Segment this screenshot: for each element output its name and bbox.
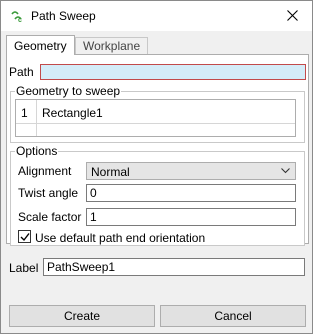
options-title: Options xyxy=(15,144,59,158)
twist-angle-input[interactable] xyxy=(87,185,295,201)
path-selection-field[interactable] xyxy=(40,64,306,80)
sweep-app-icon: c xyxy=(11,11,22,23)
default-path-end-label[interactable]: Use default path end orientation xyxy=(35,231,205,245)
close-icon xyxy=(287,10,298,21)
path-label: Path xyxy=(9,65,34,79)
close-button[interactable] xyxy=(278,4,308,28)
label-field-label: Label xyxy=(9,261,39,275)
label-input[interactable] xyxy=(44,259,304,275)
cancel-button[interactable]: Cancel xyxy=(160,305,306,327)
tab-geometry[interactable]: Geometry xyxy=(6,35,75,55)
alignment-label: Alignment xyxy=(18,164,72,178)
checkmark-icon xyxy=(20,233,30,242)
chevron-down-icon xyxy=(281,168,290,174)
default-path-end-checkbox[interactable] xyxy=(18,230,31,243)
list-item[interactable]: 1 Rectangle1 xyxy=(16,100,295,124)
label-field[interactable] xyxy=(43,258,305,276)
alignment-value: Normal xyxy=(91,165,130,179)
geometry-to-sweep-title: Geometry to sweep xyxy=(15,84,122,98)
geometry-list[interactable]: 1 Rectangle1 xyxy=(15,99,296,137)
list-column-divider xyxy=(36,100,37,136)
path-sweep-dialog: c Path Sweep Geometry Workplane Path Geo… xyxy=(0,0,313,334)
create-button[interactable]: Create xyxy=(9,305,155,327)
scale-factor-label: Scale factor xyxy=(18,210,82,224)
title-bar: c Path Sweep xyxy=(1,1,312,31)
tab-workplane[interactable]: Workplane xyxy=(75,37,148,54)
twist-angle-field[interactable] xyxy=(86,184,296,202)
svg-text:c: c xyxy=(18,17,22,23)
window-title: Path Sweep xyxy=(31,9,96,23)
list-item-name: Rectangle1 xyxy=(42,106,103,120)
twist-angle-label: Twist angle xyxy=(18,186,79,200)
alignment-select[interactable]: Normal xyxy=(86,162,296,180)
list-item-index: 1 xyxy=(21,106,28,120)
scale-factor-field[interactable] xyxy=(86,208,296,226)
scale-factor-input[interactable] xyxy=(87,209,295,225)
